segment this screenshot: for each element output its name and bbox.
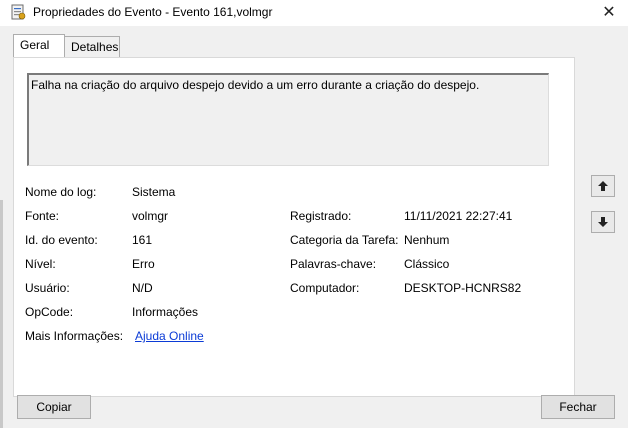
title-bar: Propriedades do Evento - Evento 161,volm…	[0, 0, 628, 26]
next-event-button[interactable]	[591, 211, 615, 233]
general-tab-panel: Falha na criação do arquivo despejo devi…	[13, 57, 575, 397]
online-help-link[interactable]: Ajuda Online	[135, 328, 204, 344]
window-title: Propriedades do Evento - Evento 161,volm…	[33, 5, 273, 19]
arrow-down-icon	[598, 217, 608, 227]
event-id-label: Id. do evento:	[25, 233, 98, 247]
previous-event-button[interactable]	[591, 175, 615, 197]
log-name-label: Nome do log:	[25, 185, 97, 199]
source-label: Fonte:	[25, 209, 60, 223]
window-left-edge	[0, 200, 3, 428]
tab-geral[interactable]: Geral	[13, 34, 65, 57]
tab-detalhes[interactable]: Detalhes	[64, 36, 120, 57]
keywords-value: Clássico	[404, 257, 450, 271]
copy-button[interactable]: Copiar	[17, 395, 91, 419]
computer-value: DESKTOP-HCNRS82	[404, 281, 522, 295]
source-value: volmgr	[132, 209, 169, 223]
registered-label: Registrado:	[290, 209, 352, 223]
arrow-up-icon	[598, 181, 608, 191]
more-info-label: Mais Informações:	[25, 329, 124, 343]
user-value: N/D	[132, 281, 153, 295]
task-category-label: Categoria da Tarefa:	[290, 233, 399, 247]
close-icon: ✕	[602, 4, 616, 21]
user-label: Usuário:	[25, 281, 70, 295]
keywords-label: Palavras-chave:	[290, 257, 377, 271]
dialog-body: Geral Detalhes Falha na criação do arqui…	[0, 26, 628, 428]
close-window-button[interactable]: ✕	[594, 0, 624, 24]
opcode-value: Informações	[132, 305, 199, 319]
opcode-label: OpCode:	[25, 305, 74, 319]
level-label: Nível:	[25, 257, 56, 271]
log-name-value: Sistema	[132, 185, 176, 199]
close-button[interactable]: Fechar	[541, 395, 615, 419]
event-description[interactable]: Falha na criação do arquivo despejo devi…	[27, 73, 549, 166]
task-category-value: Nenhum	[404, 233, 450, 247]
registered-value: 11/11/2021 22:27:41	[404, 209, 513, 223]
level-value: Erro	[132, 257, 155, 271]
event-id-value: 161	[132, 233, 153, 247]
computer-label: Computador:	[290, 281, 360, 295]
event-viewer-icon	[10, 4, 26, 20]
